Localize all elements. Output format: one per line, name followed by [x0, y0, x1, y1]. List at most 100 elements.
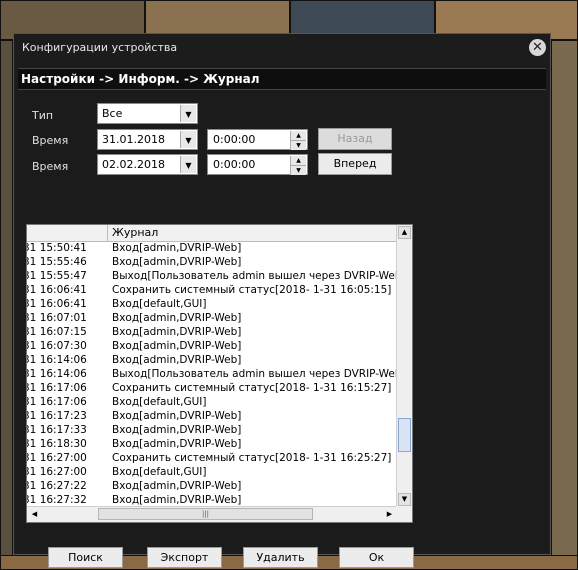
log-event: Выход[Пользователь admin вышел через DVR… [112, 270, 406, 282]
back-button[interactable]: Назад [318, 128, 392, 150]
log-event: Вход[admin,DVRIP-Web] [112, 256, 242, 268]
search-button[interactable]: Поиск [48, 547, 123, 568]
camera-tile [0, 40, 13, 570]
table-row[interactable]: 31 16:27:00 Сохранить системный статус[20… [27, 452, 397, 466]
table-row[interactable]: 31 15:55:47 Выход[Пользователь admin выше… [27, 270, 406, 284]
log-time: 31 16:27:00 [27, 466, 87, 478]
table-row[interactable]: 31 16:14:06 Выход[Пользователь admin выше… [27, 368, 406, 382]
log-time-cell: 31 16:07:01 [27, 312, 107, 324]
log-time-cell: 31 16:07:30 [27, 340, 107, 352]
delete-button[interactable]: Удалить [243, 547, 318, 568]
log-panel: Тип Все ▼ Время 31.01.2018 ▼ 0:00:00 ▲ ▼… [18, 90, 545, 568]
table-row[interactable]: 31 16:17:33 Вход[admin,DVRIP-Web] [27, 424, 397, 438]
table-row[interactable]: 31 16:06:41 Вход[default,GUI] [27, 298, 397, 312]
table-row[interactable]: 31 16:17:23 Вход[admin,DVRIP-Web] [27, 410, 397, 424]
chevron-down-icon[interactable]: ▼ [180, 131, 196, 148]
log-time-cell: 31 16:14:06 [27, 354, 107, 366]
table-row[interactable]: 31 16:27:22 Вход[admin,DVRIP-Web] [27, 480, 397, 494]
log-time: 31 16:14:06 [27, 354, 87, 366]
table-row[interactable]: 31 16:07:30 Вход[admin,DVRIP-Web] [27, 340, 397, 354]
log-time-cell: 31 15:50:41 [27, 242, 107, 254]
camera-tile [551, 40, 578, 570]
log-time: 31 16:06:41 [27, 284, 87, 296]
type-select[interactable]: Все ▼ [97, 103, 198, 124]
log-time: 31 16:07:30 [27, 340, 87, 352]
end-date-picker[interactable]: 02.02.2018 ▼ [97, 154, 198, 175]
table-row[interactable]: 31 16:07:15 Вход[admin,DVRIP-Web] [27, 326, 397, 340]
chevron-down-icon[interactable]: ▼ [180, 156, 196, 173]
start-date-picker[interactable]: 31.01.2018 ▼ [97, 129, 198, 150]
scroll-corner [396, 506, 412, 522]
stepper-up-icon[interactable]: ▲ [290, 156, 306, 166]
vertical-scrollbar[interactable]: ▲ ▼ [396, 225, 412, 507]
horizontal-scrollbar[interactable]: ◀ ||| ▶ [27, 506, 397, 522]
log-time-cell: 31 16:07:15 [27, 326, 107, 338]
table-row[interactable]: 31 16:17:06 Сохранить системный статус[20… [27, 382, 397, 396]
log-time-cell: 31 16:27:00 [27, 452, 107, 464]
log-event: Вход[admin,DVRIP-Web] [112, 326, 242, 338]
start-time-stepper[interactable]: 0:00:00 ▲ ▼ [207, 129, 308, 150]
log-time: 31 16:27:32 [27, 494, 87, 506]
scroll-right-icon[interactable]: ▶ [383, 508, 396, 521]
log-event: Вход[default,GUI] [112, 466, 207, 478]
scroll-left-icon[interactable]: ◀ [28, 508, 41, 521]
scroll-down-icon[interactable]: ▼ [398, 493, 411, 506]
log-time: 31 16:14:06 [27, 368, 87, 380]
table-row[interactable]: 31 16:06:41 Сохранить системный статус[20… [27, 284, 397, 298]
log-time: 31 15:50:41 [27, 242, 87, 254]
log-time: 31 16:27:22 [27, 480, 87, 492]
log-rows: 31 15:50:41 Вход[admin,DVRIP-Web] 31 15:55… [27, 242, 406, 508]
log-event: Вход[admin,DVRIP-Web] [112, 438, 242, 450]
log-time: 31 16:17:23 [27, 410, 87, 422]
log-event: Вход[admin,DVRIP-Web] [112, 354, 242, 366]
log-event: Вход[admin,DVRIP-Web] [112, 312, 242, 324]
log-event: Вход[default,GUI] [112, 298, 207, 310]
log-event: Вход[admin,DVRIP-Web] [112, 494, 242, 506]
log-time-cell: 31 16:27:00 [27, 466, 107, 478]
log-event: Сохранить системный статус[2018- 1-31 16… [112, 382, 392, 394]
table-row[interactable]: 31 15:50:41 Вход[admin,DVRIP-Web] [27, 242, 397, 256]
time-column-header[interactable] [27, 225, 108, 241]
forward-button[interactable]: Вперед [318, 153, 392, 175]
stepper-up-icon[interactable]: ▲ [290, 131, 306, 141]
log-column-header[interactable]: Журнал [112, 226, 158, 239]
end-time-label: Время [32, 160, 69, 173]
log-time: 31 15:55:47 [27, 270, 87, 282]
log-table[interactable]: Журнал 31 15:50:41 Вход[admin,DVRIP-Web] 3… [26, 224, 413, 523]
log-event: Вход[default,GUI] [112, 396, 207, 408]
scroll-up-icon[interactable]: ▲ [398, 226, 411, 239]
ok-button[interactable]: Ок [339, 547, 414, 568]
log-event: Вход[admin,DVRIP-Web] [112, 410, 242, 422]
table-row[interactable]: 31 16:07:01 Вход[admin,DVRIP-Web] [27, 312, 397, 326]
export-button[interactable]: Экспорт [147, 547, 222, 568]
table-row[interactable]: 31 16:17:06 Вход[default,GUI] [27, 396, 397, 410]
scroll-thumb[interactable] [398, 418, 411, 452]
end-time-stepper[interactable]: 0:00:00 ▲ ▼ [207, 154, 308, 175]
log-time-cell: 31 16:17:23 [27, 410, 107, 422]
table-row[interactable]: 31 16:14:06 Вход[admin,DVRIP-Web] [27, 354, 397, 368]
table-row[interactable]: 31 16:18:30 Вход[admin,DVRIP-Web] [27, 438, 397, 452]
log-event: Выход[Пользователь admin вышел через DVR… [112, 368, 406, 380]
log-time: 31 16:07:01 [27, 312, 87, 324]
start-date-value: 31.01.2018 [102, 133, 165, 146]
close-icon[interactable]: ✕ [529, 39, 546, 56]
log-time: 31 16:17:33 [27, 424, 87, 436]
log-event: Сохранить системный статус[2018- 1-31 16… [112, 452, 392, 464]
log-time: 31 16:17:06 [27, 382, 87, 394]
table-row[interactable]: 31 15:55:46 Вход[admin,DVRIP-Web] [27, 256, 397, 270]
log-time-cell: 31 16:18:30 [27, 438, 107, 450]
log-time-cell: 31 16:06:41 [27, 298, 107, 310]
start-time-label: Время [32, 134, 69, 147]
table-row[interactable]: 31 16:27:00 Вход[default,GUI] [27, 466, 397, 480]
log-time: 31 15:55:46 [27, 256, 87, 268]
end-date-value: 02.02.2018 [102, 158, 165, 171]
log-time: 31 16:06:41 [27, 298, 87, 310]
scroll-thumb-horizontal[interactable]: ||| [98, 508, 313, 520]
log-time-cell: 31 16:27:22 [27, 480, 107, 492]
log-event: Вход[admin,DVRIP-Web] [112, 340, 242, 352]
dialog-titlebar: Конфигурации устройства ✕ [14, 34, 550, 62]
stepper-down-icon[interactable]: ▼ [290, 141, 306, 150]
chevron-down-icon[interactable]: ▼ [180, 105, 196, 122]
stepper-down-icon[interactable]: ▼ [290, 166, 306, 175]
log-time: 31 16:18:30 [27, 438, 87, 450]
